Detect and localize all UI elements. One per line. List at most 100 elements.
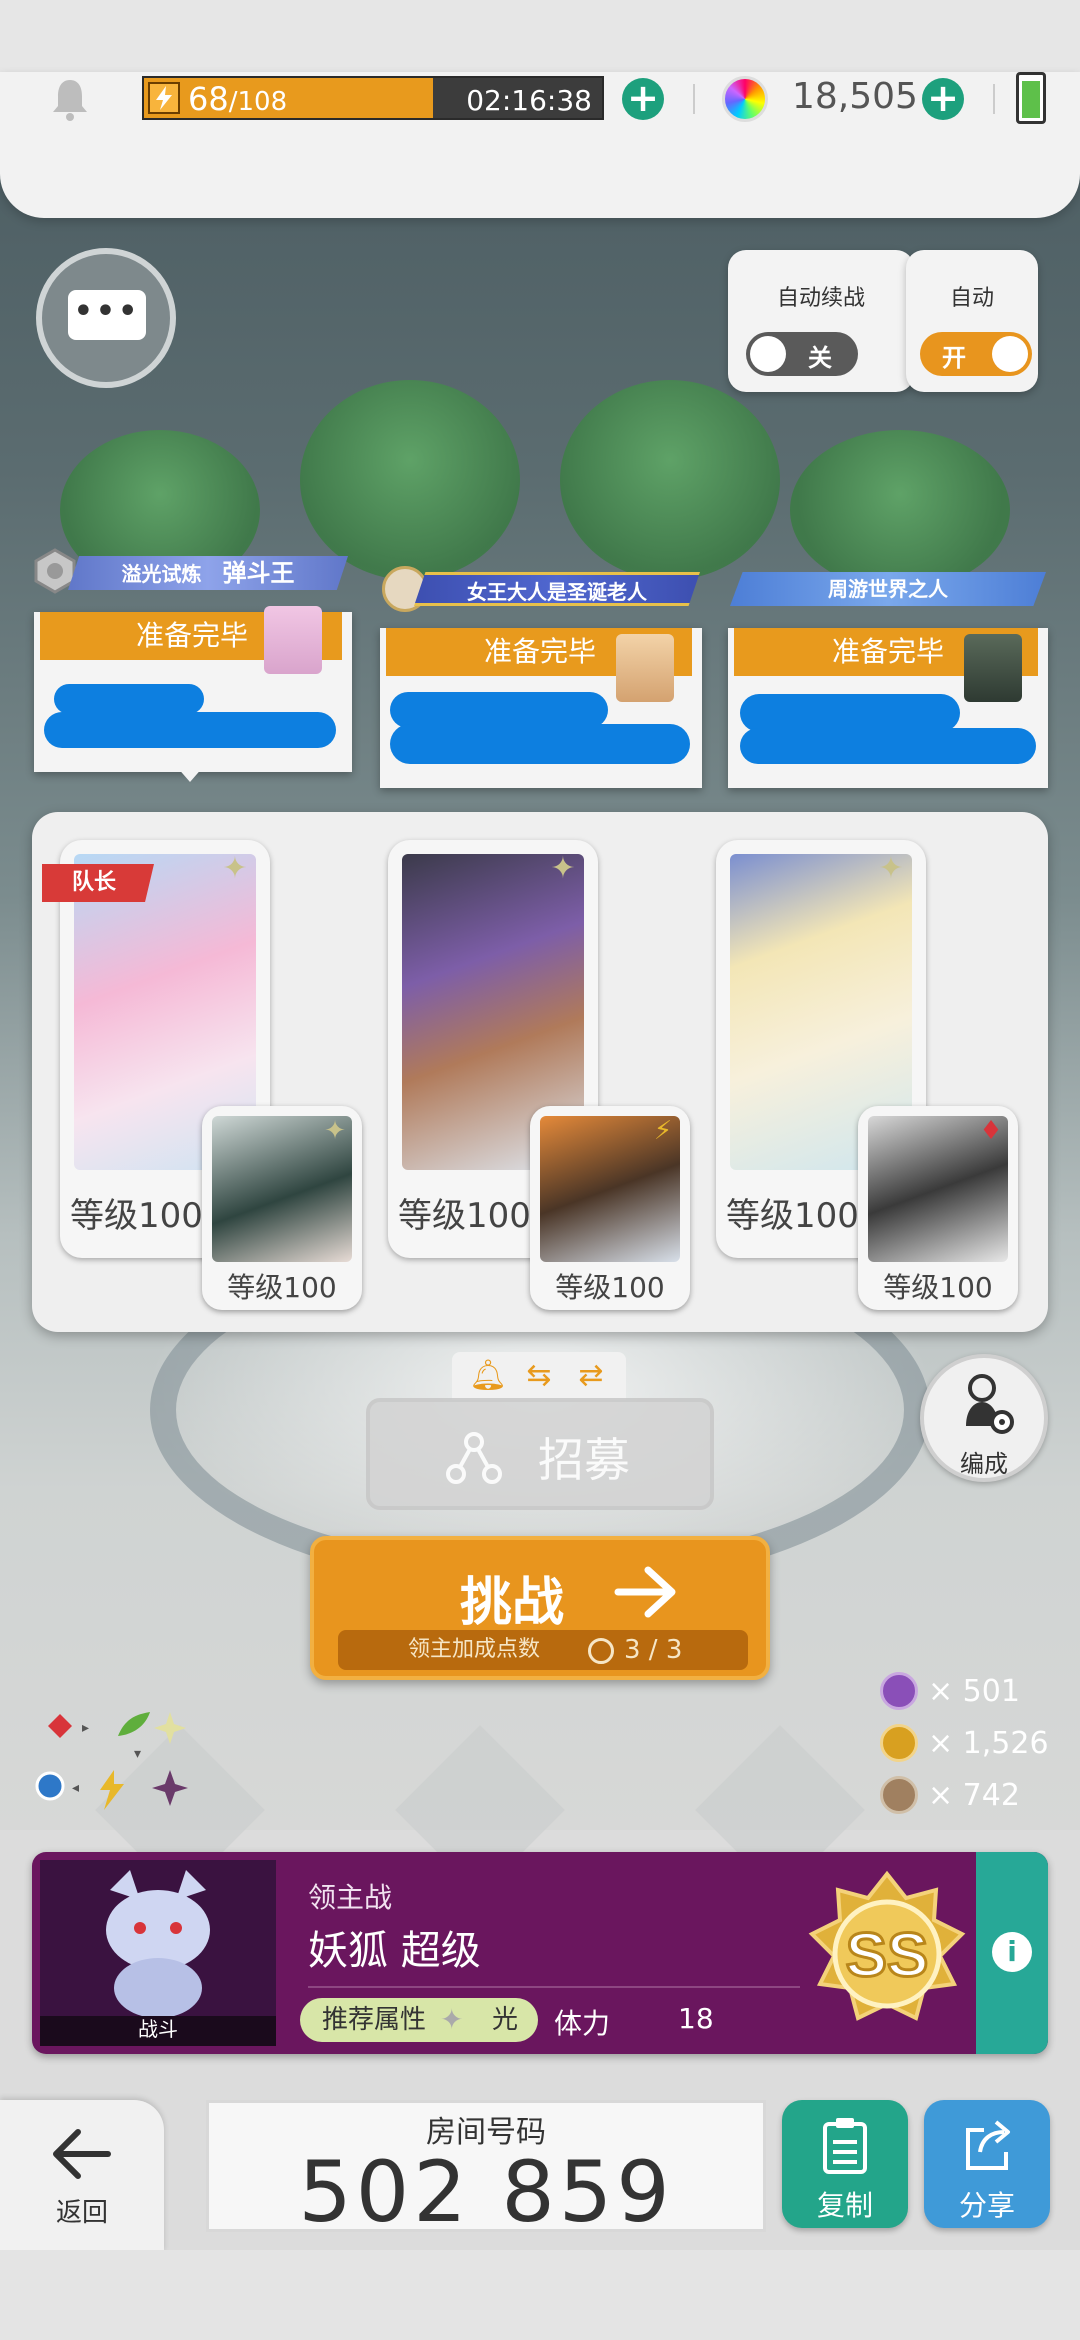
bolt-icon — [148, 82, 180, 114]
back-label: 返回 — [55, 2198, 108, 2228]
player-banner: 溢光试炼 弹斗王 — [68, 556, 348, 590]
character-level: 等级100 — [227, 1271, 337, 1304]
rank-chevron-icon — [588, 1638, 614, 1664]
formation-label: 编成 — [960, 1450, 1008, 1478]
recruit-button[interactable]: 招募 — [366, 1398, 714, 1510]
room-number-box: 房间号码 502 859 — [206, 2100, 766, 2241]
player-avatar-sprite — [616, 634, 674, 702]
recruit-label: 招募 — [538, 1433, 630, 1487]
redacted-name — [390, 692, 608, 728]
room-number: 502 859 — [298, 2143, 674, 2241]
stamina-bar: 68/108 02:16:38 — [142, 76, 604, 120]
boss-portrait: 战斗 — [40, 1860, 276, 2046]
bottom-strip — [0, 2250, 1080, 2340]
add-gems-button[interactable]: + — [922, 78, 964, 120]
bush-decoration — [300, 380, 520, 580]
chat-bubble-icon: ••• — [68, 290, 146, 340]
medal-count: × 1,526 — [928, 1726, 1049, 1761]
bottom-bar: 返回 房间号码 502 859 复制 分享 — [0, 2082, 1080, 2252]
lord-bonus-strip: 领主加成点数 3 / 3 — [338, 1630, 748, 1670]
sub-character-card[interactable]: ⚡ 等级100 — [530, 1106, 690, 1310]
bronze-medal-icon — [880, 1776, 918, 1814]
redacted-name — [740, 728, 1036, 764]
share-button[interactable]: 分享 — [924, 2100, 1050, 2228]
plus-icon: + — [927, 76, 959, 120]
toggle-knob — [992, 336, 1028, 372]
bonus-value: 3 / 3 — [624, 1635, 683, 1665]
boss-card[interactable]: 战斗 领主战 妖狐 超级 推荐属性 ✦ 光 体力 18 SS i — [32, 1852, 1048, 2054]
share-nodes-icon — [446, 1432, 502, 1484]
bonus-label: 领主加成点数 — [408, 1637, 541, 1662]
player-banner: 周游世界之人 — [730, 572, 1046, 606]
exchange-icon[interactable]: ⇄ — [573, 1358, 609, 1394]
toggle-knob — [750, 336, 786, 372]
team-panel: ✦ 等级100 队长 ✦ 等级100 ✦ 等级100 ⚡ 等级100 ✦ 等级1… — [32, 812, 1048, 1332]
thunder-element-icon: ⚡ — [653, 1116, 673, 1146]
character-level: 等级100 — [555, 1271, 665, 1304]
svg-text:▾: ▾ — [134, 1746, 141, 1762]
mini-toolbar: 🔔︎ ⇆ ⇄ — [452, 1352, 626, 1400]
bell-icon[interactable]: 🔔︎ — [469, 1358, 507, 1394]
light-element-icon: ✦ — [878, 851, 904, 886]
person-gear-icon — [966, 1374, 1014, 1434]
fire-element-icon: ♦ — [979, 1116, 1003, 1146]
share-label: 分享 — [958, 2189, 1015, 2222]
light-element-icon: ✦ — [550, 851, 576, 886]
svg-text:▸: ▸ — [82, 1720, 89, 1736]
stamina-cost-label: 体力 — [554, 2007, 611, 2040]
player-banner: 女王大人是圣诞老人 — [414, 572, 700, 606]
gem-count: 18,505 — [792, 76, 918, 117]
element-chart-icon[interactable]: ▸ ◂ ▾ — [30, 1706, 190, 1816]
attribute-value: 光 — [492, 2005, 519, 2035]
redacted-name — [54, 684, 204, 714]
character-level: 等级100 — [398, 1196, 531, 1236]
selected-pointer — [176, 766, 204, 782]
auto-continue-toggle[interactable]: 关 — [746, 332, 858, 376]
redacted-name — [390, 724, 690, 764]
add-stamina-button[interactable]: + — [622, 78, 664, 120]
boss-name: 妖狐 超级 — [308, 1928, 481, 1974]
auto-continue-state: 关 — [808, 344, 832, 372]
rank-badge: SS — [808, 1870, 966, 2021]
challenge-button[interactable]: 挑战 领主加成点数 3 / 3 — [310, 1536, 770, 1680]
stamina-text: 68/108 — [188, 82, 287, 119]
challenge-label: 挑战 — [460, 1573, 565, 1633]
copy-label: 复制 — [816, 2189, 873, 2222]
auto-continue-toggle-card: 自动续战 关 — [728, 250, 914, 392]
chat-button[interactable]: ••• — [36, 248, 176, 388]
player-card: 准备完毕 — [380, 628, 702, 788]
stamina-timer: 02:16:38 — [466, 84, 592, 117]
stamina-current: 68 — [188, 80, 229, 118]
sub-character-card[interactable]: ♦ 等级100 — [858, 1106, 1018, 1310]
sub-character-card[interactable]: ✦ 等级100 — [202, 1106, 362, 1310]
player-subtitle: 弹斗王 — [222, 559, 295, 587]
player-avatar-sprite — [264, 606, 322, 674]
auto-toggle[interactable]: 开 — [920, 332, 1032, 376]
character-level: 等级100 — [70, 1196, 203, 1236]
swap-arrows-icon[interactable]: ⇆ — [521, 1358, 557, 1394]
attribute-label: 推荐属性 — [322, 2005, 427, 2035]
medal-count: × 742 — [928, 1778, 1020, 1813]
bush-decoration — [560, 380, 780, 580]
rank-text: SS — [846, 1921, 929, 1990]
character-level: 等级100 — [883, 1271, 993, 1304]
info-icon: i — [992, 1932, 1032, 1972]
auto-continue-title: 自动续战 — [776, 286, 865, 311]
stamina-cost-value: 18 — [678, 2002, 714, 2035]
formation-button[interactable]: 编成 — [920, 1354, 1048, 1482]
copy-button[interactable]: 复制 — [782, 2100, 908, 2228]
fight-label: 战斗 — [138, 2017, 178, 2041]
back-button[interactable]: 返回 — [0, 2100, 164, 2252]
clipboard-icon — [823, 2118, 867, 2174]
light-element-icon: ✦ — [222, 851, 248, 886]
share-icon — [966, 2120, 1010, 2170]
light-element-icon: ✦ — [440, 2003, 464, 2036]
redacted-name — [740, 694, 960, 732]
purple-medal-icon — [880, 1672, 918, 1710]
arrow-left-icon — [53, 2129, 111, 2179]
boss-info-button[interactable]: i — [976, 1852, 1048, 2054]
stamina-max: /108 — [228, 87, 288, 117]
gem-icon — [722, 76, 768, 122]
redacted-name — [44, 712, 336, 748]
bell-icon[interactable] — [50, 76, 90, 122]
